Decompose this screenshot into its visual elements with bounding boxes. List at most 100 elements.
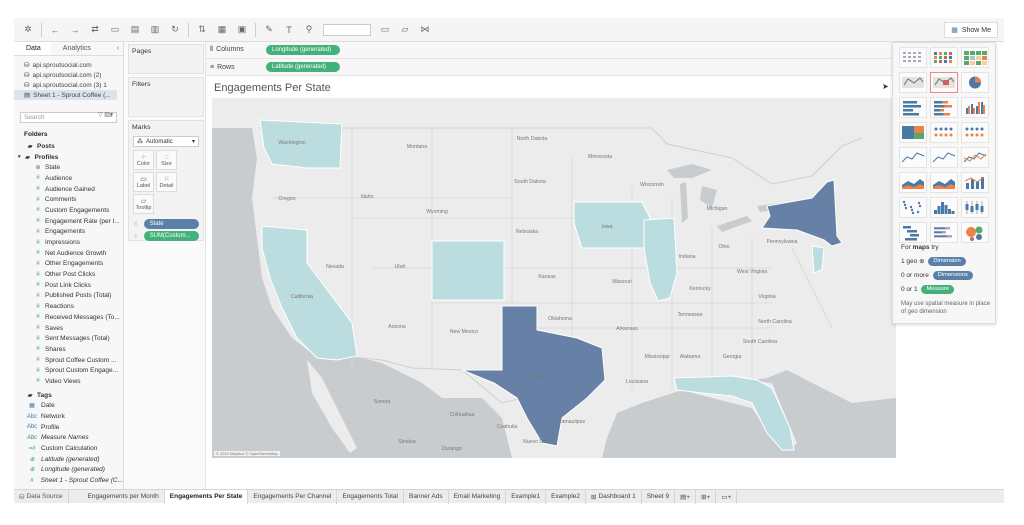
data-source-item-selected[interactable]: ▤ Sheet 1 - Sprout Coffee (... [14, 90, 117, 100]
field-item[interactable]: Abc Profile [26, 422, 123, 433]
connect-icon[interactable]: ⇄ [88, 23, 102, 37]
chart-type-line-discrete[interactable] [930, 147, 958, 168]
field-item[interactable]: # Engagement Rate (per I... [34, 216, 123, 227]
longitude-pill[interactable]: Longitude (generated) [266, 45, 340, 55]
mark-field-sum[interactable]: ⁘ SUM(Custom... [133, 231, 199, 241]
chart-type-pie-chart[interactable] [961, 72, 989, 93]
chart-type-filled-map[interactable] [930, 72, 958, 93]
field-item[interactable]: # Sent Messages (Total) [34, 333, 123, 344]
field-item[interactable]: ▦ Date [26, 401, 123, 412]
chart-type-area-discrete[interactable] [930, 172, 958, 193]
chart-type-area-continuous[interactable] [899, 172, 927, 193]
chart-type-highlight-table[interactable] [961, 47, 989, 68]
tableau-logo-icon[interactable]: ✲ [21, 23, 35, 37]
chart-type-line-continuous[interactable] [899, 147, 927, 168]
field-item[interactable]: # Engagements [34, 227, 123, 238]
field-item[interactable]: ⊕ State [34, 162, 123, 173]
field-item[interactable]: Abc Network [26, 411, 123, 422]
color-button[interactable]: ⁘ Color [133, 150, 154, 170]
field-item[interactable]: # Net Audience Growth [34, 248, 123, 259]
state-new-jersey[interactable] [811, 245, 825, 274]
tab-data[interactable]: Data [14, 42, 51, 55]
field-item[interactable]: # Sprout Coffee Custom ... [34, 355, 123, 366]
sort-icon[interactable]: ▦ [215, 23, 229, 37]
chart-type-gantt[interactable] [899, 222, 927, 243]
tab-dashboard-1[interactable]: ⊞ Dashboard 1 [586, 489, 642, 504]
chart-type-heat-map[interactable] [930, 47, 958, 68]
field-item[interactable]: # Audience Gained [34, 184, 123, 195]
field-item[interactable]: # Video Views [34, 376, 123, 387]
rows-shelf[interactable]: ≡ Rows Latitude (generated) [206, 59, 892, 76]
new-dashboard-icon[interactable]: ⊞+ [696, 489, 717, 504]
field-item[interactable]: # Comments [34, 194, 123, 205]
chart-type-packed-bubbles[interactable] [961, 222, 989, 243]
filters-card[interactable]: Filters [128, 77, 204, 117]
tab-example1[interactable]: Example1 [506, 489, 547, 504]
new-worksheet-icon[interactable]: ▤+ [675, 489, 697, 504]
refresh-icon[interactable]: ↻ [168, 23, 182, 37]
chart-type-side-by-side-circle[interactable] [961, 122, 989, 143]
new-sheet-icon[interactable]: ▤ [128, 23, 142, 37]
field-item[interactable]: # Audience [34, 173, 123, 184]
mark-type-dropdown[interactable]: ⁂ Automatic ▾ [133, 136, 199, 147]
folder-posts[interactable]: ▰ Posts [14, 141, 123, 152]
chart-type-stacked-h-bar[interactable] [930, 97, 958, 118]
field-item[interactable]: # Received Messages (To... [34, 312, 123, 323]
share-icon[interactable]: ⋈ [418, 23, 432, 37]
data-source-item[interactable]: ⛁ api.sproutsocial.com (2) [14, 70, 123, 80]
pin-icon[interactable]: ⚲ [302, 23, 316, 37]
field-item[interactable]: # Other Post Clicks [34, 269, 123, 280]
label-button[interactable]: ▭ Label [133, 172, 154, 192]
show-me-button[interactable]: ▦ Show Me [944, 22, 998, 38]
tab-banner-ads[interactable]: Banner Ads [404, 489, 449, 504]
field-item[interactable]: # Sheet 1 - Sprout Coffee (C... [26, 475, 123, 486]
field-item[interactable]: # Sprout Custom Engage... [34, 365, 123, 376]
chart-type-circle-view[interactable] [930, 122, 958, 143]
group-icon[interactable]: ▣ [235, 23, 249, 37]
mark-field-state[interactable]: ⁙ State [133, 219, 199, 229]
chart-type-text-table[interactable] [899, 47, 927, 68]
chart-type-dual-line[interactable] [961, 147, 989, 168]
forward-icon[interactable]: → [68, 23, 82, 37]
tab-engagements-per-state[interactable]: Engagements Per State [164, 489, 249, 504]
sum-custom-pill[interactable]: SUM(Custom... [143, 231, 199, 241]
chart-type-scatter[interactable] [899, 197, 927, 218]
latitude-pill[interactable]: Latitude (generated) [266, 62, 340, 72]
swap-icon[interactable]: ⇅ [195, 23, 209, 37]
tooltip-button[interactable]: ▱ Tooltip [133, 194, 154, 214]
duplicate-icon[interactable]: ▥ [148, 23, 162, 37]
tab-engagements-per-channel[interactable]: Engagements Per Channel [248, 489, 338, 504]
field-item[interactable]: ⊕ Longitude (generated) [26, 465, 123, 476]
chart-type-bullet[interactable] [930, 222, 958, 243]
filter-icon[interactable]: ▽ ▥▾ [98, 111, 113, 118]
chart-type-box-whisker[interactable] [961, 197, 989, 218]
chart-type-h-bar[interactable] [899, 97, 927, 118]
presentation-icon[interactable]: ▱ [398, 23, 412, 37]
field-item[interactable]: Abc Measure Names [26, 433, 123, 444]
folder-profiles[interactable]: ▾ ▰ Profiles [14, 152, 123, 163]
state-colorado[interactable] [431, 240, 505, 301]
tab-engagements-total[interactable]: Engagements Total [337, 489, 404, 504]
field-item[interactable]: # Other Engagements [34, 259, 123, 270]
chart-type-symbol-map[interactable] [899, 72, 927, 93]
chart-type-treemap[interactable] [899, 122, 927, 143]
field-item[interactable]: # Impressions [34, 237, 123, 248]
columns-shelf[interactable]: ⦀ Columns Longitude (generated) [206, 42, 892, 59]
map[interactable]: Washington Oregon Idaho Montana Wyoming Nevad… [212, 98, 896, 458]
chart-type-histogram[interactable] [930, 197, 958, 218]
tab-analytics[interactable]: Analytics [51, 42, 101, 55]
tab-example2[interactable]: Example2 [546, 489, 587, 504]
state-pill[interactable]: State [143, 219, 199, 229]
tab-email-marketing[interactable]: Email Marketing [449, 489, 507, 504]
data-source-item[interactable]: ⛁ api.sproutsocial.com (3) 1 [14, 80, 123, 90]
field-item[interactable]: # Published Posts (Total) [34, 291, 123, 302]
field-item[interactable]: # Custom Engagements [34, 205, 123, 216]
field-item[interactable]: # Reactions [34, 301, 123, 312]
field-item[interactable]: =# Custom Calculation [26, 443, 123, 454]
folder-tags[interactable]: ▰ Tags [14, 390, 123, 401]
tab-sheet-9[interactable]: Sheet 9 [642, 489, 676, 504]
chart-type-dual-combination[interactable] [961, 172, 989, 193]
cards-icon[interactable]: ▭ [378, 23, 392, 37]
highlight-icon[interactable]: ✎ [262, 23, 276, 37]
field-item[interactable]: ⊕ Latitude (generated) [26, 454, 123, 465]
